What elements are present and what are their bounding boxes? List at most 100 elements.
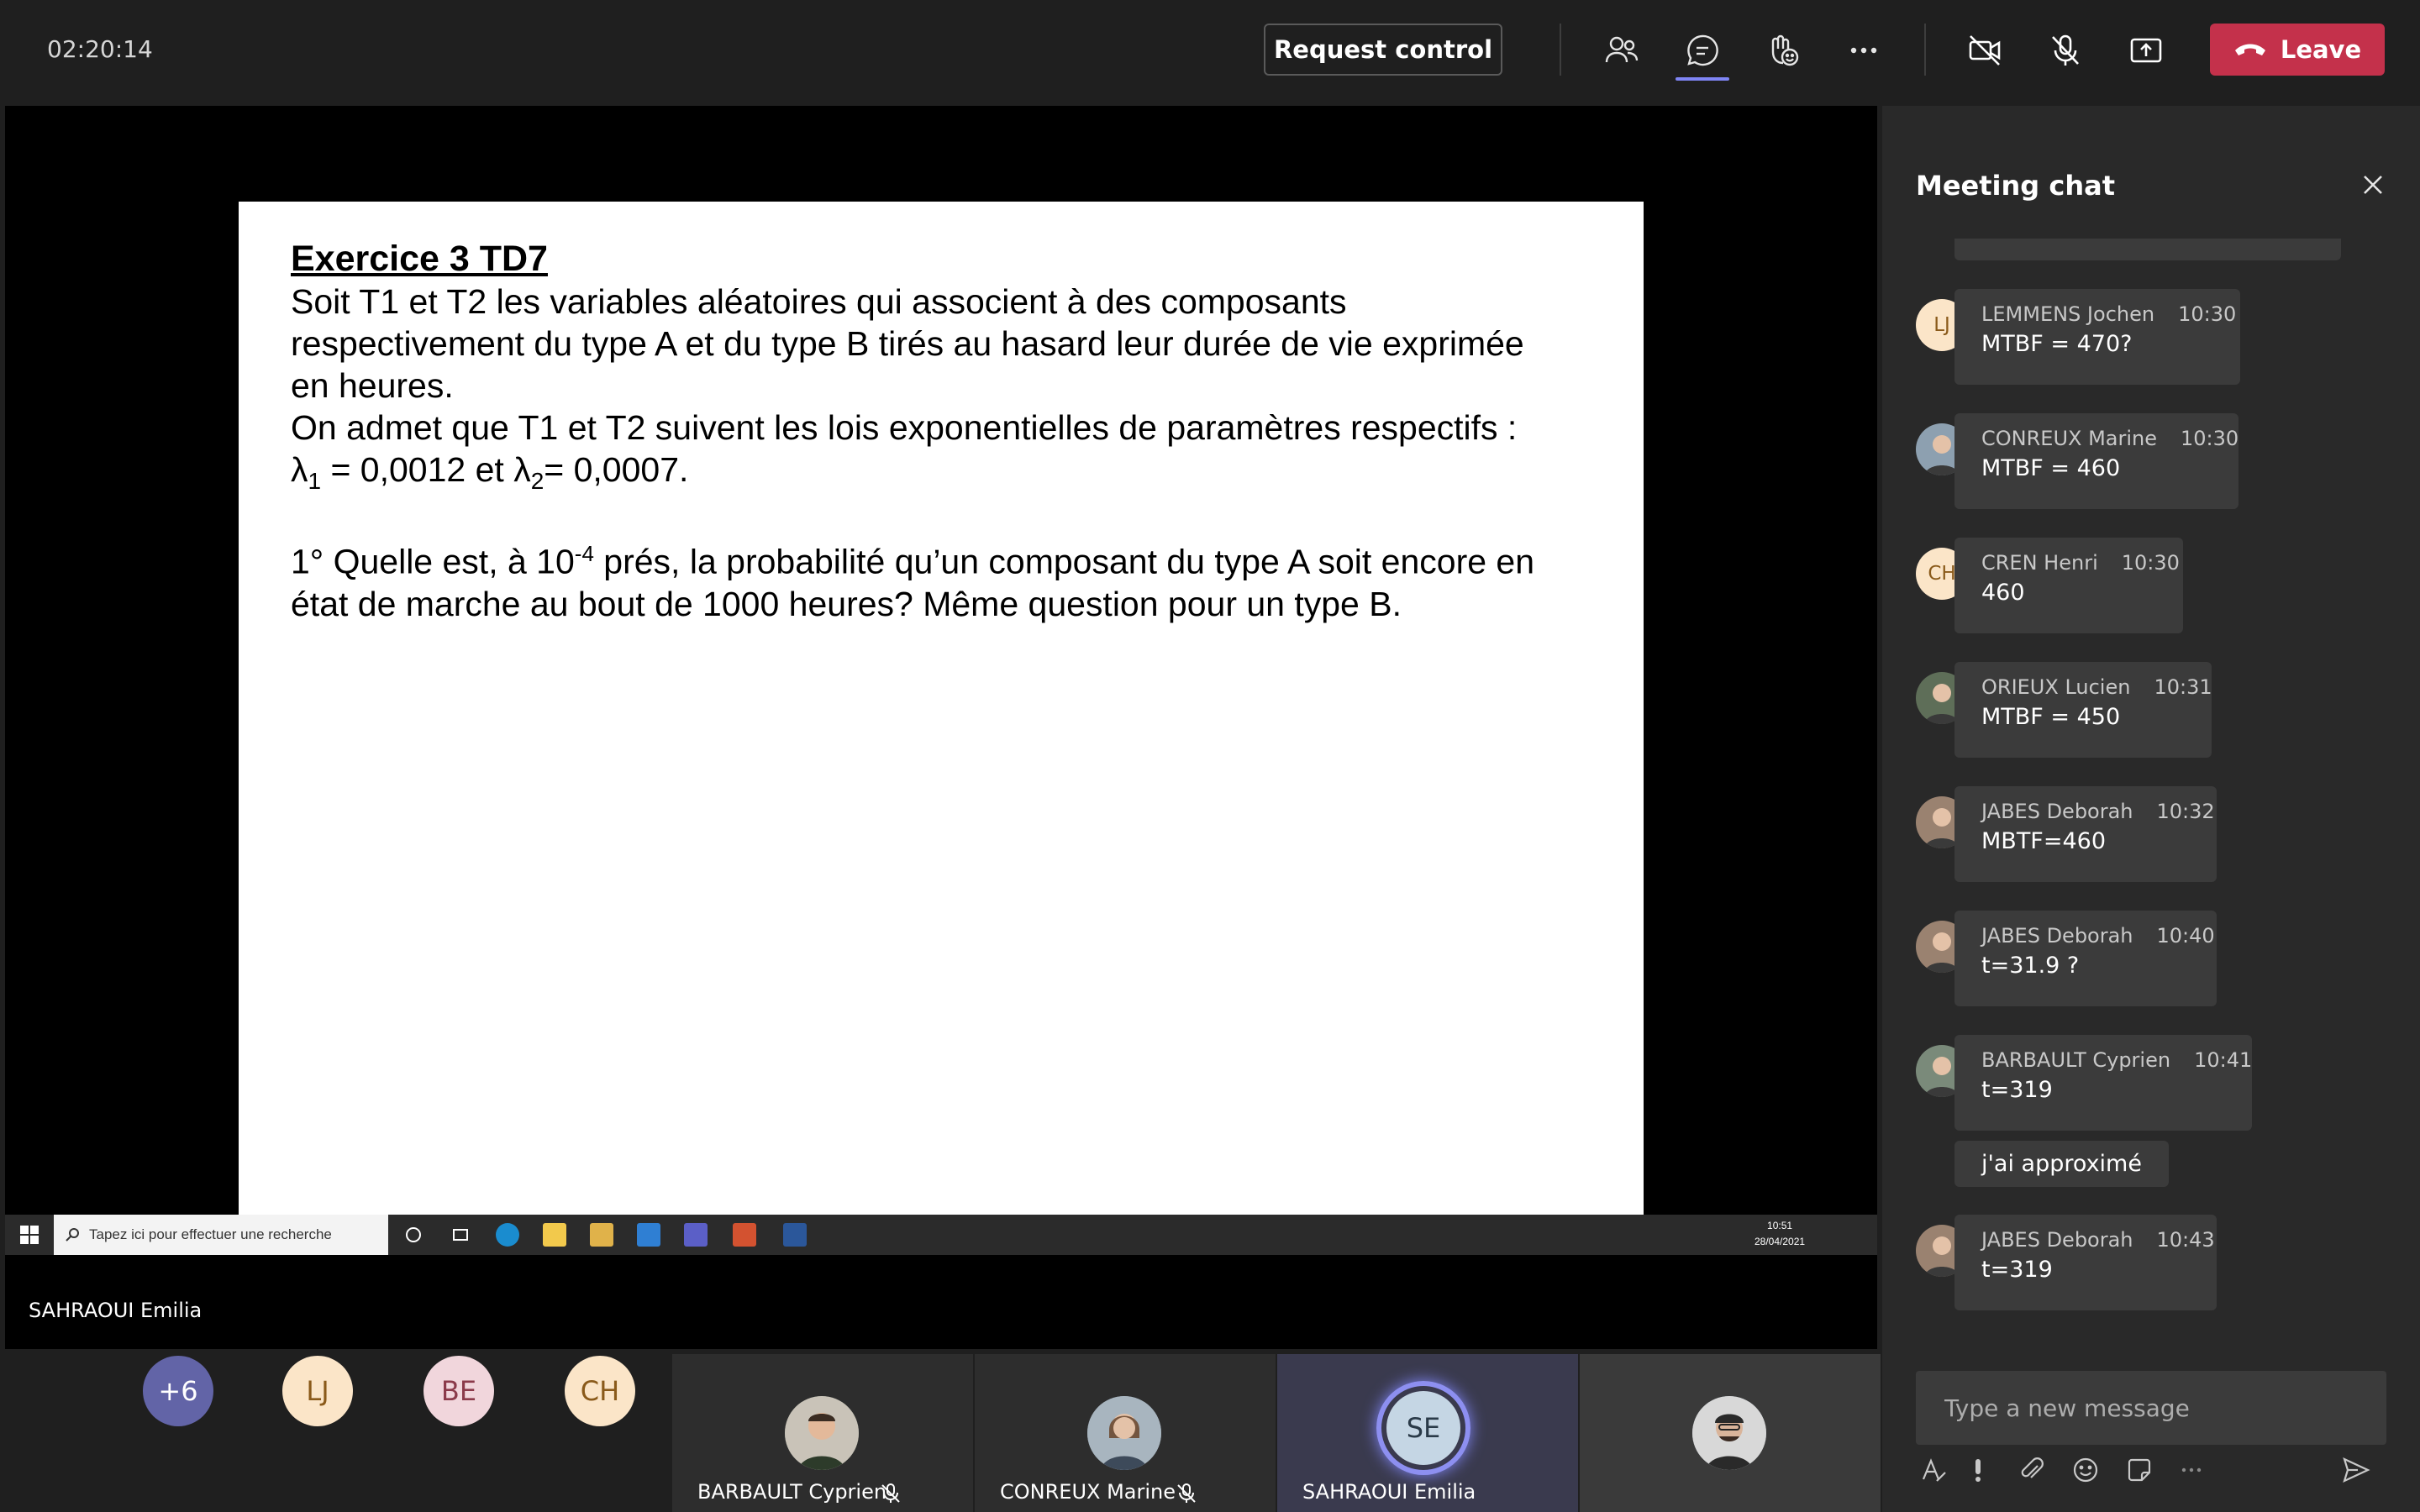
participant-tile-conreux[interactable]: CONREUX Marine (975, 1354, 1276, 1512)
reactions-icon[interactable] (1761, 29, 1805, 72)
remote-taskbar: Tapez ici pour effectuer une recherche 1… (5, 1215, 1877, 1255)
message-time: 10:41 (2194, 1048, 2253, 1072)
participant-tile-sahraoui[interactable]: SE SAHRAOUI Emilia (1277, 1354, 1578, 1512)
slide-line: On admet que T1 et T2 suivent les lois e… (291, 408, 1518, 447)
message-bubble[interactable]: JABES Deborah 10:32 MBTF=460 (1954, 786, 2217, 882)
message-time: 10:30 (2178, 302, 2237, 326)
attach-icon[interactable] (2017, 1455, 2047, 1485)
meeting-chat-panel: Meeting chat LJ LEMMENS Jochen 10:30 MTBF =… (1882, 106, 2420, 1512)
message-time: 10:32 (2156, 800, 2215, 823)
remote-clock: 10:51 28/04/2021 (1754, 1218, 1805, 1250)
cortana-icon (402, 1223, 425, 1247)
message-text: t=31.9 ? (1981, 953, 2080, 979)
request-control-button[interactable]: Request control (1264, 24, 1502, 76)
mic-off-icon (1177, 1483, 1196, 1503)
message-header: ORIEUX Lucien 10:31 (1981, 675, 2212, 699)
message-bubble[interactable]: LEMMENS Jochen 10:30 MTBF = 470? (1954, 289, 2240, 385)
leave-button[interactable]: Leave (2210, 24, 2385, 76)
mic-off-icon[interactable] (2044, 29, 2087, 72)
slide-question-1: 1° Quelle est, à 10-4 prés, la probabili… (291, 533, 1618, 625)
more-options-icon[interactable] (2176, 1455, 2207, 1485)
question-exponent: -4 (574, 541, 594, 566)
message-bubble[interactable]: CREN Henri 10:30 460 (1954, 538, 2183, 633)
message-compose-box[interactable] (1916, 1371, 2386, 1445)
shared-screen: Exercice 3 TD7 Soit T1 et T2 les variabl… (5, 106, 1877, 1349)
slide-title: Exercice 3 TD7 (291, 239, 548, 279)
word-icon (783, 1223, 807, 1247)
presentation-slide: Exercice 3 TD7 Soit T1 et T2 les variabl… (239, 202, 1644, 1218)
message-header: JABES Deborah 10:40 (1981, 924, 2215, 948)
people-icon[interactable] (1600, 29, 1644, 72)
chat-active-indicator (1676, 77, 1729, 81)
participant-tile-barbault[interactable]: BARBAULT Cyprien (672, 1354, 973, 1512)
message-header: JABES Deborah 10:32 (1981, 800, 2215, 823)
sender-name: CONREUX Marine (1981, 427, 2158, 450)
send-icon[interactable] (2341, 1455, 2371, 1485)
message-header: BARBAULT Cyprien 10:41 (1981, 1048, 2252, 1072)
message-time: 10:30 (2181, 427, 2239, 450)
message-bubble[interactable]: JABES Deborah 10:40 t=31.9 ? (1954, 911, 2217, 1006)
task-view-icon (449, 1223, 472, 1247)
sender-name: JABES Deborah (1981, 1228, 2133, 1252)
sender-name: BARBAULT Cyprien (1981, 1048, 2171, 1072)
message-bubble[interactable]: JABES Deborah 10:43 t=319 (1954, 1215, 2217, 1310)
chat-icon[interactable] (1681, 29, 1724, 72)
message-time: 10:31 (2154, 675, 2212, 699)
mail-icon (637, 1223, 660, 1247)
more-participants-button[interactable]: +6 (143, 1356, 213, 1426)
lambda-subscript: 1 (308, 468, 322, 495)
call-timer: 02:20:14 (47, 35, 153, 63)
message-header: JABES Deborah 10:43 (1981, 1228, 2215, 1252)
message-bubble[interactable]: ORIEUX Lucien 10:31 MTBF = 450 (1954, 662, 2212, 758)
message-text: MTBF = 450 (1981, 704, 2121, 730)
message-header: LEMMENS Jochen 10:30 (1981, 302, 2236, 326)
message-input[interactable] (1916, 1371, 2386, 1445)
slide-line: respectivement du type A et du type B ti… (291, 324, 1524, 363)
remote-clock-time: 10:51 (1767, 1220, 1793, 1231)
message-text: 460 (1981, 580, 2025, 606)
sender-name: JABES Deborah (1981, 800, 2133, 823)
store-icon (590, 1223, 613, 1247)
leave-label: Leave (2280, 35, 2362, 64)
participant-avatar-be[interactable]: BE (424, 1356, 494, 1426)
avatar (1087, 1396, 1161, 1470)
message-header: CREN Henri 10:30 (1981, 551, 2180, 575)
slide-line: 1° Quelle est, à 10-4 prés, la probabili… (291, 533, 1618, 583)
participant-name: CONREUX Marine (1000, 1480, 1176, 1504)
more-icon[interactable] (1842, 29, 1886, 72)
camera-off-icon[interactable] (1963, 29, 2007, 72)
question-text: 1° Quelle est, à 10 (291, 542, 575, 581)
important-icon[interactable] (1963, 1455, 1993, 1485)
message-time: 10:30 (2121, 551, 2180, 575)
message-text: t=319 (1981, 1077, 2053, 1103)
message-time: 10:40 (2156, 924, 2215, 948)
participant-avatar-lj[interactable]: LJ (282, 1356, 353, 1426)
message-bubble[interactable]: BARBAULT Cyprien 10:41 t=319 (1954, 1035, 2252, 1131)
remote-search-box: Tapez ici pour effectuer une recherche (54, 1215, 388, 1255)
avatar: SE (1386, 1391, 1460, 1465)
sticker-icon[interactable] (2124, 1455, 2154, 1485)
message-time: 10:43 (2156, 1228, 2215, 1252)
format-icon[interactable] (1919, 1455, 1949, 1485)
toolbar-divider (1924, 24, 1926, 76)
emoji-icon[interactable] (2070, 1455, 2101, 1485)
close-icon[interactable] (2358, 170, 2388, 200)
share-icon[interactable] (2124, 29, 2168, 72)
file-explorer-icon (543, 1223, 566, 1247)
toolbar-divider (1560, 24, 1561, 76)
slide-line-lambdas: λ1 = 0,0012 et λ2= 0,0007. (291, 449, 1618, 502)
windows-start-icon (20, 1226, 39, 1244)
mic-off-icon (881, 1483, 900, 1503)
teams-app-icon (684, 1223, 708, 1247)
avatar (785, 1396, 859, 1470)
question-text: prés, la probabilité qu’un composant du … (593, 542, 1535, 581)
participant-avatar-ch[interactable]: CH (565, 1356, 635, 1426)
participant-name: BARBAULT Cyprien (697, 1480, 887, 1504)
message-bubble[interactable]: CONREUX Marine 10:30 MTBF = 460 (1954, 413, 2238, 509)
message-text: t=319 (1981, 1257, 2053, 1283)
lambda-value: = 0,0012 et (321, 450, 514, 489)
message-bubble[interactable]: j'ai approximé (1954, 1141, 2169, 1187)
avatar (1692, 1396, 1766, 1470)
participant-tile-unnamed[interactable] (1580, 1354, 1881, 1512)
participant-name: SAHRAOUI Emilia (1302, 1480, 1476, 1504)
